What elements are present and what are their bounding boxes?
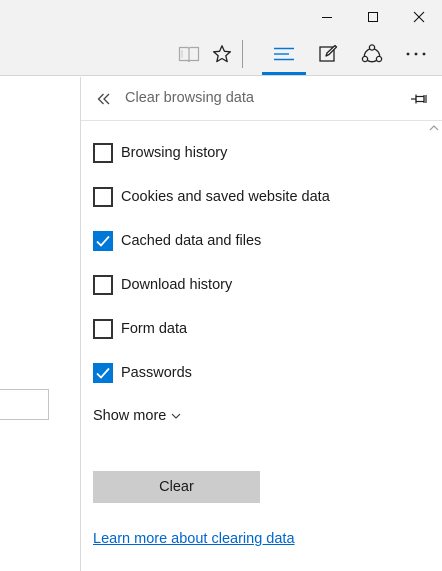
close-button[interactable]	[396, 0, 442, 33]
checkbox[interactable]	[93, 143, 113, 163]
panel-title: Clear browsing data	[125, 90, 254, 106]
browser-toolbar	[0, 33, 442, 76]
more-icon	[406, 52, 426, 56]
title-bar	[0, 0, 442, 33]
clear-button[interactable]: Clear	[93, 471, 260, 503]
chevron-up-icon	[429, 125, 439, 131]
option-label: Form data	[121, 321, 188, 337]
option-form-data[interactable]: Form data	[93, 318, 413, 340]
close-icon	[413, 11, 425, 22]
maximize-button[interactable]	[350, 0, 396, 33]
option-label: Cookies and saved website data	[121, 189, 330, 205]
option-passwords[interactable]: Passwords	[93, 362, 413, 384]
reading-view-button[interactable]	[171, 33, 207, 75]
checkmark-icon	[96, 367, 110, 379]
maximize-icon	[368, 11, 378, 22]
checkmark-icon	[96, 235, 110, 247]
option-label: Passwords	[121, 365, 192, 381]
clear-browsing-data-panel: Clear browsing data Browsing history Coo…	[80, 77, 442, 571]
favorite-star-icon	[212, 45, 232, 63]
pin-icon	[411, 94, 427, 104]
page-text-input[interactable]	[0, 389, 49, 420]
option-label: Browsing history	[121, 145, 228, 161]
checkbox[interactable]	[93, 319, 113, 339]
option-label: Download history	[121, 277, 233, 293]
browser-window: Clear browsing data Browsing history Coo…	[0, 0, 442, 571]
add-favorite-button[interactable]	[204, 33, 240, 75]
learn-more-link[interactable]: Learn more about clearing data	[93, 531, 295, 547]
reading-view-icon	[178, 46, 200, 63]
checkbox[interactable]	[93, 187, 113, 207]
scroll-up-button[interactable]	[427, 123, 441, 133]
show-more-label: Show more	[93, 408, 167, 424]
minimize-icon	[322, 16, 332, 18]
hub-active-indicator	[262, 72, 306, 75]
hub-button[interactable]	[262, 33, 306, 75]
web-note-button[interactable]	[310, 33, 346, 75]
more-button[interactable]	[398, 33, 434, 75]
option-cached-data[interactable]: Cached data and files	[93, 230, 413, 252]
pin-button[interactable]	[407, 89, 431, 109]
option-download-history[interactable]: Download history	[93, 274, 413, 296]
panel-header: Clear browsing data	[81, 77, 442, 121]
back-button[interactable]	[93, 88, 115, 110]
option-browsing-history[interactable]: Browsing history	[93, 142, 413, 164]
checkbox[interactable]	[93, 231, 113, 251]
option-label: Cached data and files	[121, 233, 262, 249]
option-cookies[interactable]: Cookies and saved website data	[93, 186, 413, 208]
checkbox[interactable]	[93, 275, 113, 295]
page-content	[0, 77, 80, 571]
double-chevron-left-icon	[97, 93, 110, 105]
minimize-button[interactable]	[304, 0, 350, 33]
checkbox[interactable]	[93, 363, 113, 383]
hub-icon	[274, 47, 294, 61]
chevron-down-icon	[171, 413, 181, 419]
web-note-icon	[319, 44, 338, 62]
show-more-toggle[interactable]: Show more	[93, 408, 181, 424]
share-icon	[361, 44, 383, 63]
share-button[interactable]	[354, 33, 390, 75]
toolbar-separator	[242, 40, 243, 68]
